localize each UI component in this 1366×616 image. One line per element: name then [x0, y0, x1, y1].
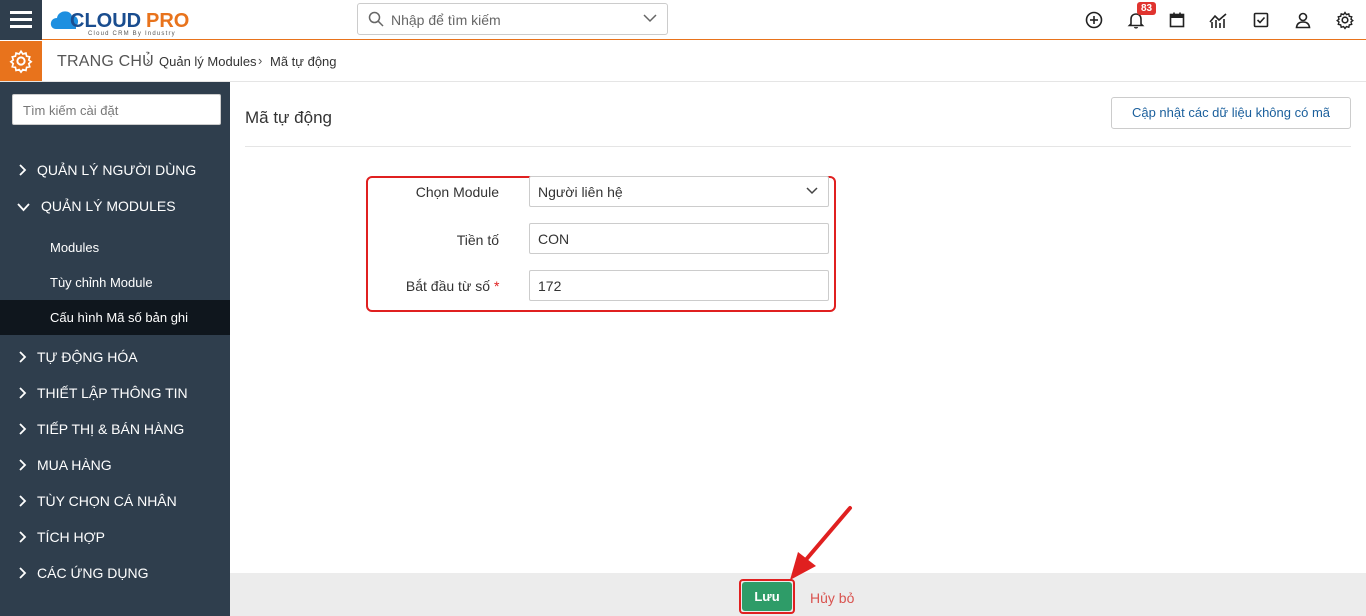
- sidebar-section-automation[interactable]: TỰ ĐỘNG HÓA: [0, 339, 230, 375]
- sidebar-item-record-number-config[interactable]: Cấu hình Mã số bản ghi: [0, 300, 230, 335]
- chevron-right-icon: [19, 164, 27, 176]
- settings-menu-button[interactable]: [0, 41, 42, 81]
- sidebar-section-modules[interactable]: QUẢN LÝ MODULES: [0, 188, 230, 224]
- breadcrumb-item-current: Mã tự động: [270, 54, 337, 69]
- sidebar-item-customize-module[interactable]: Tùy chỉnh Module: [0, 265, 230, 300]
- chevron-right-icon: [19, 495, 27, 507]
- breadcrumb-home-link[interactable]: TRANG CHỦ: [57, 53, 154, 71]
- sidebar-section-integration[interactable]: TÍCH HỢP: [0, 519, 230, 555]
- search-icon: [368, 11, 384, 27]
- plus-circle-icon[interactable]: [1084, 10, 1104, 30]
- logo[interactable]: CLOUD PRO Cloud CRM By Industry: [48, 3, 208, 37]
- sidebar-section-marketing-sales[interactable]: TIẾP THỊ & BÁN HÀNG: [0, 411, 230, 447]
- chart-icon[interactable]: [1208, 10, 1228, 30]
- chevron-down-icon: [17, 203, 30, 212]
- chevron-down-icon: [643, 14, 657, 23]
- page-title: Mã tự động: [245, 108, 332, 127]
- chevron-right-icon: ›: [258, 53, 263, 68]
- required-marker: *: [494, 278, 500, 294]
- annotation-arrow-icon: [790, 506, 852, 580]
- start-number-input[interactable]: 172: [529, 270, 829, 301]
- settings-gear-icon[interactable]: [1335, 10, 1355, 30]
- chevron-right-icon: [19, 351, 27, 363]
- top-bar: CLOUD PRO Cloud CRM By Industry Nhập để …: [0, 0, 1366, 40]
- chevron-down-icon: [806, 187, 818, 195]
- start-number-input-value: 172: [538, 278, 562, 294]
- settings-sidebar: Tìm kiếm cài đặt QUẢN LÝ NGƯỜI DÙNG QUẢN…: [0, 82, 230, 616]
- user-icon[interactable]: [1293, 10, 1313, 30]
- sidebar-section-personal-options[interactable]: TÙY CHỌN CÁ NHÂN: [0, 483, 230, 519]
- settings-search-input[interactable]: Tìm kiếm cài đặt: [12, 94, 221, 125]
- sidebar-section-users[interactable]: QUẢN LÝ NGƯỜI DÙNG: [0, 152, 230, 188]
- chevron-right-icon: [19, 567, 27, 579]
- breadcrumb: TRANG CHỦ › Quản lý Modules › Mã tự động: [0, 41, 1366, 82]
- chevron-right-icon: [19, 531, 27, 543]
- module-label: Chọn Module: [415, 184, 499, 200]
- checkbox-icon[interactable]: [1251, 10, 1271, 30]
- cancel-button[interactable]: Hủy bỏ: [810, 590, 854, 606]
- chevron-right-icon: [19, 423, 27, 435]
- svg-text:CLOUD: CLOUD: [70, 10, 141, 32]
- menu-icon[interactable]: [0, 0, 42, 40]
- search-placeholder: Nhập để tìm kiếm: [391, 12, 501, 28]
- sidebar-item-modules[interactable]: Modules: [0, 230, 230, 265]
- global-search-input[interactable]: Nhập để tìm kiếm: [357, 3, 668, 35]
- module-select[interactable]: Người liên hệ: [529, 176, 829, 207]
- module-select-value: Người liên hệ: [538, 184, 623, 200]
- chevron-right-icon: ›: [146, 53, 151, 68]
- svg-text:PRO: PRO: [146, 10, 189, 32]
- sidebar-section-purchasing[interactable]: MUA HÀNG: [0, 447, 230, 483]
- notification-badge: 83: [1137, 2, 1157, 15]
- prefix-input[interactable]: CON: [529, 223, 829, 254]
- sidebar-section-info-setup[interactable]: THIẾT LẬP THÔNG TIN: [0, 375, 230, 411]
- gear-icon: [9, 49, 33, 74]
- chevron-right-icon: [19, 387, 27, 399]
- settings-search-placeholder: Tìm kiếm cài đặt: [23, 103, 119, 118]
- prefix-input-value: CON: [538, 231, 570, 247]
- breadcrumb-item-modules[interactable]: Quản lý Modules: [159, 54, 257, 69]
- prefix-label: Tiền tố: [456, 232, 499, 248]
- divider: [245, 146, 1351, 147]
- calendar-icon[interactable]: [1167, 10, 1187, 30]
- svg-text:Cloud CRM By Industry: Cloud CRM By Industry: [88, 31, 176, 37]
- sidebar-section-apps[interactable]: CÁC ỨNG DỤNG: [0, 555, 230, 591]
- start-number-label: Bắt đầu từ số: [405, 278, 490, 294]
- chevron-right-icon: [19, 459, 27, 471]
- update-missing-codes-button[interactable]: Cập nhật các dữ liệu không có mã: [1111, 97, 1351, 129]
